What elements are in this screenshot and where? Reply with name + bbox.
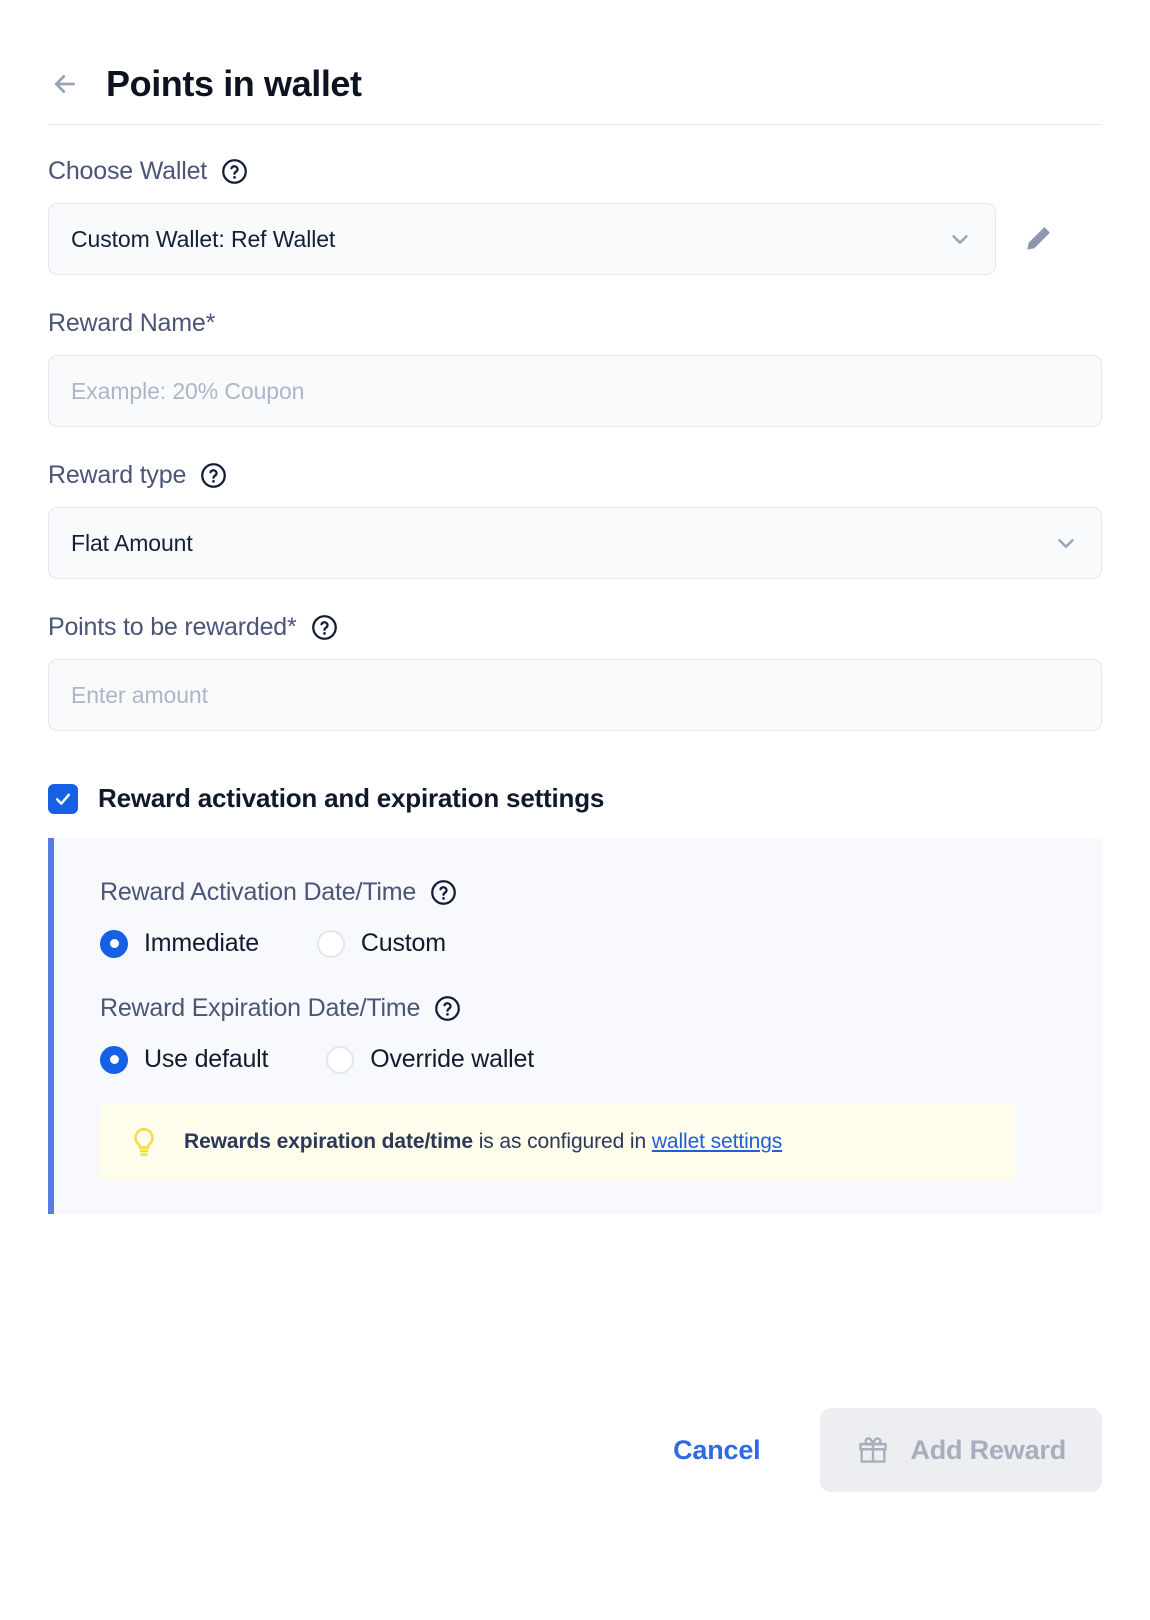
reward-name-label: Reward Name*: [48, 309, 216, 337]
question-mark-icon[interactable]: [311, 614, 338, 641]
activation-expiration-panel: Reward Activation Date/Time Immediate Cu…: [48, 838, 1102, 1214]
settings-checkbox-label: Reward activation and expiration setting…: [98, 783, 605, 813]
radio-custom[interactable]: [316, 929, 345, 958]
expiration-option-use-default[interactable]: Use default: [100, 1045, 268, 1074]
check-icon: [55, 793, 71, 805]
panel-spacer: [100, 958, 1056, 994]
pencil-icon: [1027, 227, 1050, 250]
form-footer: Cancel Add Reward: [0, 1350, 1150, 1620]
reward-name-label-row: Reward Name*: [48, 309, 1102, 338]
settings-checkbox-row[interactable]: Reward activation and expiration setting…: [48, 783, 1102, 814]
activation-option-custom[interactable]: Custom: [316, 929, 446, 958]
expiration-label-row: Reward Expiration Date/Time: [100, 994, 1056, 1023]
page-title: Points in wallet: [106, 63, 362, 104]
activation-label-row: Reward Activation Date/Time: [100, 878, 1056, 907]
page-header: Points in wallet: [0, 0, 1150, 124]
back-button[interactable]: [48, 67, 82, 101]
points-label: Points to be rewarded*: [48, 613, 297, 641]
activation-label: Reward Activation Date/Time: [100, 878, 417, 906]
reward-type-select[interactable]: Flat Amount: [48, 507, 1102, 579]
radio-override-wallet[interactable]: [326, 1045, 355, 1074]
points-placeholder: Enter amount: [71, 681, 208, 708]
cancel-button[interactable]: Cancel: [665, 1423, 768, 1478]
points-in-wallet-form: Points in wallet Choose Wallet Custom Wa…: [0, 0, 1150, 1620]
gift-icon: [856, 1433, 890, 1467]
points-input[interactable]: Enter amount: [48, 659, 1102, 731]
activation-option-immediate[interactable]: Immediate: [100, 929, 259, 958]
reward-name-input[interactable]: Example: 20% Coupon: [48, 355, 1102, 427]
banner-strong-text: Rewards expiration date/time: [184, 1130, 473, 1153]
activation-radio-group: Immediate Custom: [100, 929, 1056, 958]
activation-option-custom-label: Custom: [360, 929, 446, 957]
question-mark-icon[interactable]: [434, 995, 461, 1022]
choose-wallet-control-row: Custom Wallet: Ref Wallet: [48, 203, 1102, 275]
reward-type-label: Reward type: [48, 461, 187, 489]
arrow-left-icon: [54, 75, 76, 93]
expiration-option-use-default-label: Use default: [144, 1045, 269, 1073]
lightbulb-icon: [126, 1124, 162, 1160]
wallet-settings-link[interactable]: wallet settings: [652, 1130, 783, 1153]
reward-name-field: Reward Name* Example: 20% Coupon: [48, 309, 1102, 427]
add-reward-button[interactable]: Add Reward: [820, 1408, 1102, 1492]
expiration-info-banner: Rewards expiration date/time is as confi…: [100, 1104, 1016, 1180]
wallet-select[interactable]: Custom Wallet: Ref Wallet: [48, 203, 996, 275]
banner-middle-text: is as configured in: [472, 1130, 652, 1153]
edit-wallet-button[interactable]: [1016, 217, 1060, 261]
banner-text: Rewards expiration date/time is as confi…: [184, 1130, 782, 1154]
chevron-down-icon: [1053, 530, 1079, 556]
expiration-label: Reward Expiration Date/Time: [100, 994, 421, 1022]
settings-checkbox[interactable]: [48, 783, 78, 814]
choose-wallet-label: Choose Wallet: [48, 157, 208, 185]
question-mark-icon[interactable]: [200, 462, 227, 489]
question-mark-icon[interactable]: [221, 158, 248, 185]
expiration-option-override-wallet[interactable]: Override wallet: [326, 1045, 534, 1074]
add-reward-label: Add Reward: [910, 1434, 1066, 1465]
wallet-select-value: Custom Wallet: Ref Wallet: [71, 225, 336, 252]
question-mark-icon[interactable]: [430, 879, 457, 906]
expiration-radio-group: Use default Override wallet: [100, 1045, 1056, 1074]
radio-immediate[interactable]: [100, 929, 128, 958]
radio-use-default[interactable]: [100, 1045, 128, 1074]
choose-wallet-label-row: Choose Wallet: [48, 157, 1102, 186]
activation-option-immediate-label: Immediate: [144, 929, 259, 957]
expiration-option-override-wallet-label: Override wallet: [370, 1045, 534, 1073]
reward-name-placeholder: Example: 20% Coupon: [71, 377, 305, 404]
points-label-row: Points to be rewarded*: [48, 613, 1102, 642]
reward-type-label-row: Reward type: [48, 461, 1102, 490]
points-field: Points to be rewarded* Enter amount: [48, 613, 1102, 731]
choose-wallet-field: Choose Wallet Custom Wallet: Ref Wallet: [48, 157, 1102, 275]
reward-type-value: Flat Amount: [71, 529, 193, 556]
reward-type-field: Reward type Flat Amount: [48, 461, 1102, 579]
chevron-down-icon: [947, 226, 973, 252]
